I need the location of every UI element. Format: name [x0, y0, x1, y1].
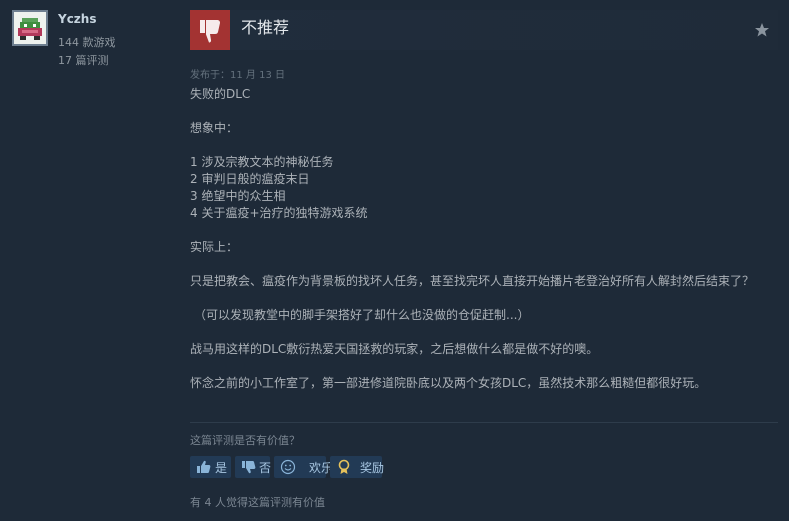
award-icon [338, 459, 350, 474]
divider [190, 422, 778, 423]
recommendation-header[interactable]: 不推荐 [190, 10, 778, 50]
review-paragraph: 1 涉及宗教文本的神秘任务 2 审判日般的瘟疫末日 3 绝望中的众生相 4 关于… [190, 155, 368, 220]
vote-yes-button[interactable]: 是 [190, 456, 231, 478]
review-text: 失败的DLC 想象中： 1 涉及宗教文本的神秘任务 2 审判日般的瘟疫末日 3 … [190, 86, 780, 392]
reviews-count[interactable]: 17 篇评测 [58, 52, 109, 68]
helpful-question: 这篇评测是否有价值？ [190, 434, 300, 447]
thumbs-down-icon [190, 10, 230, 50]
review-paragraph: 失败的DLC [190, 87, 251, 101]
review-paragraph: （可以发现教堂中的脚手架搭好了却什么也没做的仓促赶制...） [194, 308, 530, 322]
recommendation-title: 不推荐 [241, 18, 290, 37]
thumbs-up-icon [197, 460, 211, 473]
star-icon[interactable] [754, 22, 770, 38]
vote-no-button[interactable]: 否 [235, 456, 272, 478]
vote-yes-label: 是 [215, 461, 228, 475]
games-owned[interactable]: 144 款游戏 [58, 34, 116, 50]
award-button[interactable]: 奖励 [330, 456, 385, 478]
avatar-image [14, 12, 46, 44]
review-paragraph: 想象中： [190, 121, 239, 135]
vote-no-label: 否 [259, 461, 272, 475]
review-paragraph: 怀念之前的小工作室了，第一部进修道院卧底以及两个女孩DLC，虽然技术那么粗糙但都… [190, 376, 707, 390]
posted-date: 发布于：11 月 13 日 [190, 70, 285, 81]
smiley-icon [280, 459, 296, 475]
vote-funny-button[interactable]: 欢乐 [274, 456, 333, 478]
review-paragraph: 实际上： [190, 240, 239, 254]
review-card: Yczhs 144 款游戏 17 篇评测 不推荐 发布于：11 月 13 日 失… [0, 0, 789, 521]
avatar[interactable] [12, 10, 48, 46]
helpful-count: 有 4 人觉得这篇评测有价值 [190, 496, 325, 509]
thumbs-down-icon [242, 461, 256, 474]
review-paragraph: 战马用这样的DLC敷衍热爱天国拯救的玩家，之后想做什么都是做不好的噢。 [190, 342, 599, 356]
award-label: 奖励 [360, 461, 385, 475]
review-paragraph: 只是把教会、瘟疫作为背景板的找坏人任务，甚至找完坏人直接开始播片老登治好所有人解… [190, 274, 755, 288]
username[interactable]: Yczhs [58, 12, 96, 26]
